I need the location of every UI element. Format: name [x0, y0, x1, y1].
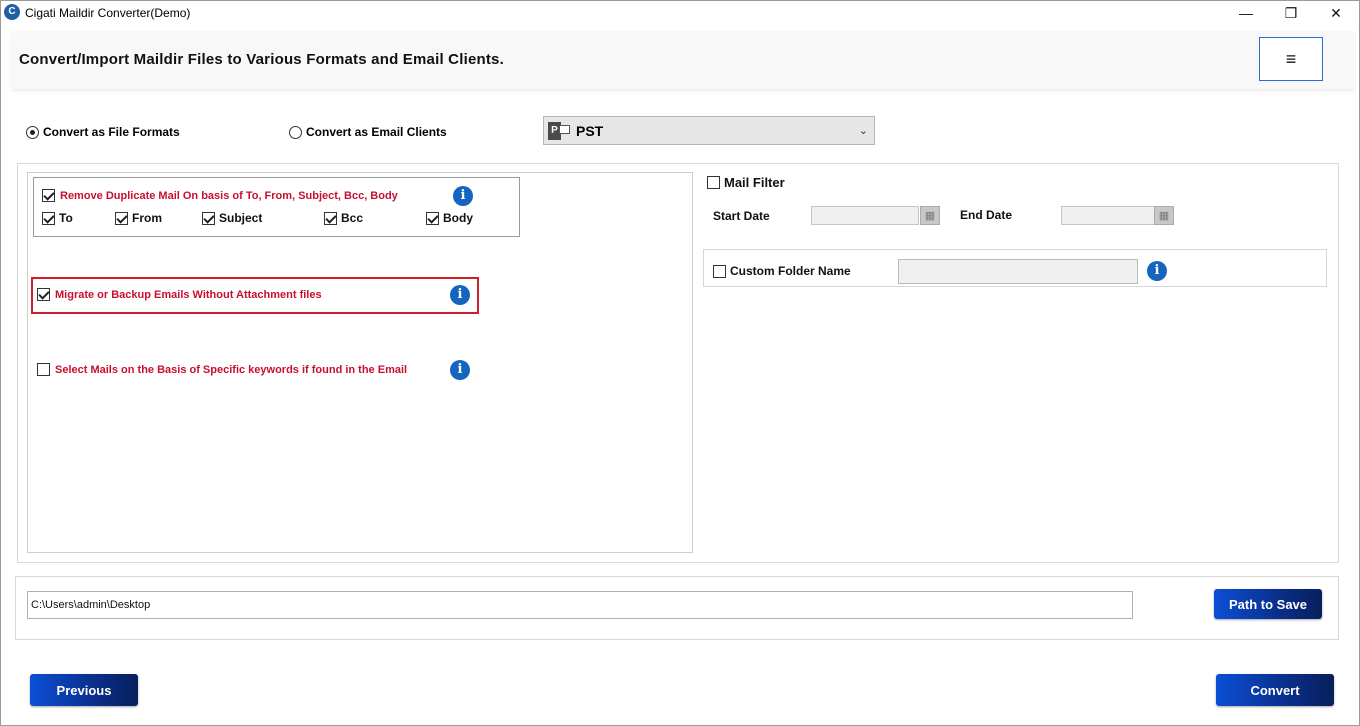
app-logo-icon: C	[4, 4, 20, 20]
title-bar: C Cigati Maildir Converter(Demo) — ❐ ✕	[1, 1, 1359, 25]
keywords-checkbox[interactable]	[37, 363, 50, 376]
dup-field-from[interactable]: From	[115, 211, 162, 225]
format-selected-value: PST	[576, 122, 604, 139]
hamburger-menu-button[interactable]: ≡	[1259, 37, 1323, 81]
page-title: Convert/Import Maildir Files to Various …	[19, 51, 504, 68]
subject-checkbox[interactable]	[202, 211, 215, 225]
path-to-save-button[interactable]: Path to Save	[1214, 589, 1322, 619]
without-attachment-label: Migrate or Backup Emails Without Attachm…	[55, 288, 322, 301]
convert-button[interactable]: Convert	[1216, 674, 1334, 706]
mail-filter-option[interactable]: Mail Filter	[707, 175, 785, 190]
window-title: Cigati Maildir Converter(Demo)	[25, 6, 191, 20]
from-label: From	[132, 211, 162, 225]
calendar-icon[interactable]: ▦	[1154, 206, 1174, 225]
end-date-input[interactable]	[1061, 206, 1169, 225]
remove-duplicate-group	[33, 177, 520, 237]
header-bar: Convert/Import Maildir Files to Various …	[11, 31, 1355, 89]
radio-label: Convert as File Formats	[43, 125, 180, 139]
hamburger-icon: ≡	[1285, 48, 1297, 69]
custom-folder-input[interactable]	[898, 259, 1138, 284]
maximize-button[interactable]: ❐	[1268, 1, 1314, 25]
minimize-button[interactable]: —	[1223, 1, 1269, 25]
to-checkbox[interactable]	[42, 211, 55, 225]
start-date-input[interactable]	[811, 206, 919, 225]
chevron-down-icon[interactable]: ⌄	[859, 124, 868, 137]
dup-field-subject[interactable]: Subject	[202, 211, 262, 225]
custom-folder-checkbox[interactable]	[713, 264, 726, 278]
pst-file-icon: P	[548, 120, 572, 142]
info-icon[interactable]: i	[450, 360, 470, 380]
save-path-input[interactable]: C:\Users\admin\Desktop	[27, 591, 1133, 619]
bcc-checkbox[interactable]	[324, 211, 337, 225]
end-date-label-wrap: End Date	[956, 208, 1012, 222]
without-attachment-option[interactable]: Migrate or Backup Emails Without Attachm…	[37, 288, 322, 301]
info-icon[interactable]: i	[1147, 261, 1167, 281]
radio-selected-indicator[interactable]	[26, 125, 39, 139]
from-checkbox[interactable]	[115, 211, 128, 225]
previous-button[interactable]: Previous	[30, 674, 138, 706]
remove-duplicate-option[interactable]: Remove Duplicate Mail On basis of To, Fr…	[42, 189, 398, 202]
dup-field-to[interactable]: To	[42, 211, 73, 225]
info-icon[interactable]: i	[453, 186, 473, 206]
subject-label: Subject	[219, 211, 263, 225]
custom-folder-label: Custom Folder Name	[730, 264, 851, 278]
radio-convert-file-formats[interactable]: Convert as File Formats	[26, 125, 180, 139]
dup-field-bcc[interactable]: Bcc	[324, 211, 363, 225]
radio-convert-email-clients[interactable]: Convert as Email Clients	[289, 125, 447, 139]
keywords-option[interactable]: Select Mails on the Basis of Specific ke…	[37, 363, 407, 376]
start-date-label-wrap: Start Date	[709, 209, 770, 223]
body-label: Body	[443, 211, 473, 225]
mail-filter-checkbox[interactable]	[707, 176, 720, 189]
close-button[interactable]: ✕	[1313, 1, 1359, 25]
mail-filter-label: Mail Filter	[724, 175, 785, 190]
remove-duplicate-label: Remove Duplicate Mail On basis of To, Fr…	[60, 189, 398, 202]
custom-folder-option[interactable]: Custom Folder Name	[713, 264, 851, 278]
to-label: To	[59, 211, 73, 225]
bcc-label: Bcc	[341, 211, 364, 225]
end-date-label: End Date	[960, 208, 1013, 222]
keywords-label: Select Mails on the Basis of Specific ke…	[55, 363, 408, 376]
start-date-label: Start Date	[713, 209, 770, 223]
format-dropdown[interactable]: P PST ⌄	[543, 116, 875, 145]
radio-label: Convert as Email Clients	[306, 125, 447, 139]
calendar-icon[interactable]: ▦	[920, 206, 940, 225]
remove-duplicate-checkbox[interactable]	[42, 189, 55, 202]
dup-field-body[interactable]: Body	[426, 211, 473, 225]
without-attachment-checkbox[interactable]	[37, 288, 50, 301]
info-icon[interactable]: i	[450, 285, 470, 305]
body-checkbox[interactable]	[426, 211, 439, 225]
radio-indicator[interactable]	[289, 125, 302, 139]
